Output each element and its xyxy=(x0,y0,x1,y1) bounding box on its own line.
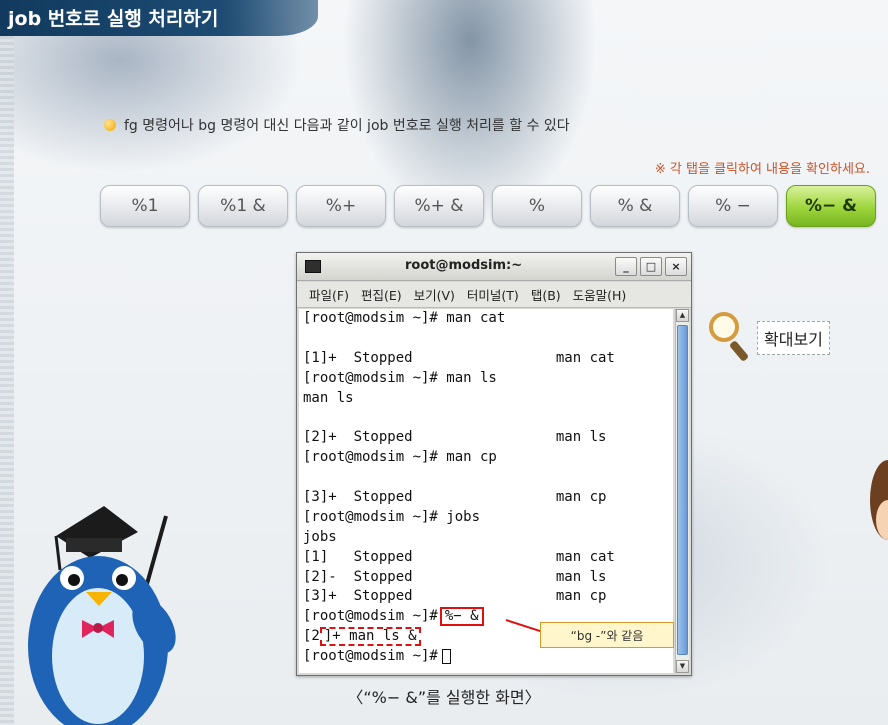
magnifier-icon xyxy=(707,310,753,366)
menu-edit[interactable]: 편집(E) xyxy=(361,285,402,304)
highlighted-result: ]+ man ls & xyxy=(319,627,421,647)
close-icon[interactable]: × xyxy=(665,257,687,276)
penguin-mascot-icon xyxy=(28,506,176,725)
terminal-line: [3]+ Stopped man cp xyxy=(303,588,607,605)
terminal-line: [2]- Stopped man ls xyxy=(303,568,607,585)
menu-tabs[interactable]: 탭(B) xyxy=(531,285,561,304)
tab-percent-plus-bg[interactable]: %+ & xyxy=(394,185,484,227)
title-banner: job 번호로 실행 처리하기 xyxy=(0,0,318,36)
tab-percent-1-bg[interactable]: %1 & xyxy=(198,185,288,227)
terminal-line: [root@modsim ~]# man cat xyxy=(303,310,506,326)
scroll-thumb[interactable] xyxy=(677,325,688,655)
minimize-icon[interactable]: _ xyxy=(615,257,637,276)
terminal-scrollbar[interactable]: ▲ ▼ xyxy=(675,309,689,673)
tab-percent-plus[interactable]: %+ xyxy=(296,185,386,227)
terminal-output[interactable]: [root@modsim ~]# man cat [1]+ Stopped ma… xyxy=(299,309,673,673)
side-character-icon xyxy=(870,460,888,540)
scroll-up-icon[interactable]: ▲ xyxy=(676,309,689,322)
menu-help[interactable]: 도움말(H) xyxy=(573,285,627,304)
menu-terminal[interactable]: 터미널(T) xyxy=(467,285,519,304)
tab-percent-bg[interactable]: % & xyxy=(590,185,680,227)
terminal-line: [1]+ Stopped man cat xyxy=(303,349,615,366)
scroll-down-icon[interactable]: ▼ xyxy=(676,660,689,673)
terminal-line: [3]+ Stopped man cp xyxy=(303,489,607,506)
zoom-button[interactable]: 확대보기 xyxy=(707,310,830,366)
tab-percent-minus[interactable]: % − xyxy=(688,185,778,227)
terminal-icon xyxy=(305,260,321,273)
page-title: job 번호로 실행 처리하기 xyxy=(8,8,219,30)
menu-view[interactable]: 보기(V) xyxy=(414,285,455,304)
tab-bar: %1 %1 & %+ %+ & % % & % − %− & xyxy=(100,185,876,227)
bullet-dot-icon xyxy=(104,119,116,131)
menu-file[interactable]: 파일(F) xyxy=(309,285,349,304)
terminal-title: root@modsim:~ xyxy=(405,258,523,273)
terminal-prompt: [root@modsim ~]# xyxy=(303,608,438,625)
terminal-prompt: [root@modsim ~]# xyxy=(303,648,438,665)
terminal-menubar: 파일(F) 편집(E) 보기(V) 터미널(T) 탭(B) 도움말(H) xyxy=(297,282,691,308)
terminal-line: [root@modsim ~]# man cp xyxy=(303,449,497,466)
terminal-line: [2]+ Stopped man ls xyxy=(303,429,607,446)
cursor-icon xyxy=(441,648,451,664)
window-controls: _ □ × xyxy=(615,257,687,276)
intro-row: fg 명령어나 bg 명령어 대신 다음과 같이 job 번호로 실행 처리를 … xyxy=(104,114,570,136)
terminal-line: jobs xyxy=(303,528,337,545)
maximize-icon[interactable]: □ xyxy=(640,257,662,276)
terminal-last-line: [root@modsim ~]# xyxy=(299,647,673,667)
terminal-line: man ls xyxy=(303,389,354,406)
tab-percent-minus-bg[interactable]: %− & xyxy=(786,185,876,227)
terminal-line: [root@modsim ~]# man ls xyxy=(303,369,497,386)
tab-hint-text: ※ 각 탭을 클릭하여 내용을 확인하세요. xyxy=(654,162,870,177)
intro-text: fg 명령어나 bg 명령어 대신 다음과 같이 job 번호로 실행 처리를 … xyxy=(124,118,570,134)
terminal-line: [root@modsim ~]# jobs xyxy=(303,508,481,525)
tab-percent[interactable]: % xyxy=(492,185,582,227)
highlighted-command: %− & xyxy=(439,607,484,627)
tab-percent-1[interactable]: %1 xyxy=(100,185,190,227)
terminal-titlebar: root@modsim:~ _ □ × xyxy=(297,253,691,281)
terminal-line: [1] Stopped man cat xyxy=(303,548,615,565)
zoom-label: 확대보기 xyxy=(757,321,830,355)
terminal-window: root@modsim:~ _ □ × 파일(F) 편집(E) 보기(V) 터미… xyxy=(296,252,692,676)
result-prefix: [2 xyxy=(303,628,320,645)
left-edge-decoration xyxy=(0,0,14,725)
callout-note: “bg -”와 같음 xyxy=(540,622,674,648)
